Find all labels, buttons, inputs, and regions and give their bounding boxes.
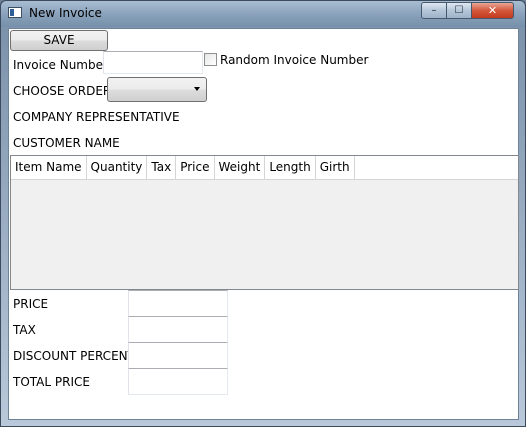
minimize-button[interactable]: – [421,2,447,19]
title-bar[interactable]: New Invoice – ☐ ✕ [1,1,525,27]
column-header-tax[interactable]: Tax [147,156,177,179]
company-representative-label: COMPANY REPRESENTATIVE [13,110,180,124]
close-icon: ✕ [487,4,498,17]
invoice-number-label: Invoice Number [13,58,108,72]
random-invoice-label[interactable]: Random Invoice Number [220,53,368,67]
random-invoice-checkbox[interactable] [204,53,217,66]
tax-label: TAX [13,323,36,337]
tax-input[interactable] [128,316,228,343]
discount-percent-label: DISCOUNT PERCENT [13,349,135,363]
customer-name-label: CUSTOMER NAME [13,136,120,150]
column-header-quantity[interactable]: Quantity [87,156,148,179]
column-header-filler [355,156,518,179]
maximize-icon: ☐ [454,5,464,16]
choose-order-label: CHOOSE ORDER [13,84,112,98]
maximize-button[interactable]: ☐ [446,2,472,19]
invoice-number-input[interactable] [103,51,203,74]
column-header-weight[interactable]: Weight [215,156,266,179]
column-header-item-name[interactable]: Item Name [11,156,87,179]
price-input[interactable] [128,290,228,317]
save-button[interactable]: SAVE [10,30,108,51]
client-area: SAVE Invoice Number Random Invoice Numbe… [8,28,519,420]
total-price-input[interactable] [128,368,228,395]
column-header-price[interactable]: Price [176,156,215,179]
invoice-items-grid[interactable]: Item Name Quantity Tax Price Weight Leng… [10,155,519,290]
minimize-icon: – [431,5,437,16]
choose-order-select[interactable] [107,77,207,102]
window-app-icon [8,7,22,18]
total-price-label: TOTAL PRICE [13,375,90,389]
chevron-down-icon [194,87,200,91]
window-title: New Invoice [29,6,102,20]
invoice-window: New Invoice – ☐ ✕ SAVE Invoice Number Ra… [0,0,526,427]
close-button[interactable]: ✕ [471,2,514,19]
column-header-length[interactable]: Length [265,156,316,179]
grid-header: Item Name Quantity Tax Price Weight Leng… [11,156,518,180]
price-label: PRICE [13,297,49,311]
discount-percent-input[interactable] [128,342,228,369]
column-header-girth[interactable]: Girth [316,156,355,179]
